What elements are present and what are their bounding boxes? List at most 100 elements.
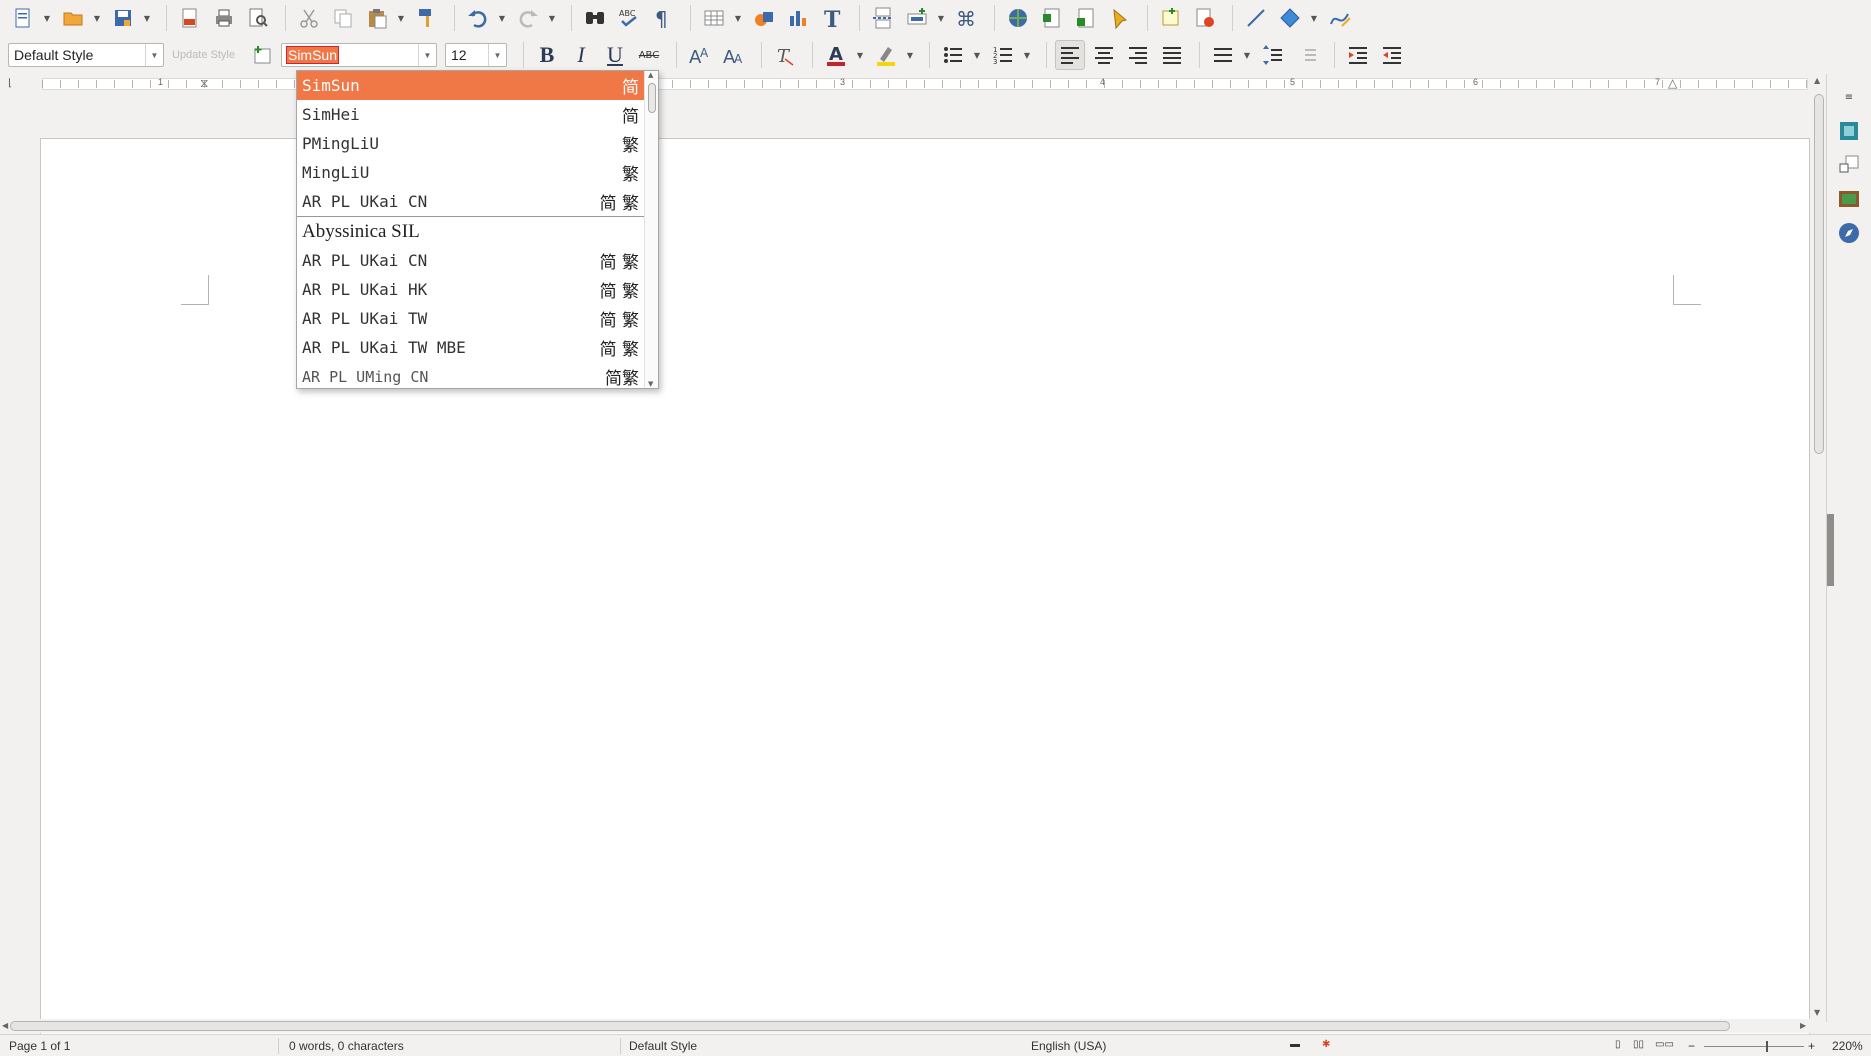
field-icon[interactable] — [902, 3, 932, 33]
font-item[interactable]: AR PL UKai CN 简 繁 — [297, 246, 645, 275]
cut-icon[interactable] — [294, 3, 324, 33]
page-style[interactable]: Default Style — [629, 1039, 697, 1053]
page-break-icon[interactable] — [868, 3, 898, 33]
clear-formatting-icon[interactable]: T — [770, 40, 800, 70]
footnote-icon[interactable] — [1037, 3, 1067, 33]
print-preview-icon[interactable] — [243, 3, 273, 33]
special-character-icon[interactable]: ⌘ — [952, 3, 982, 33]
numbered-list-icon[interactable]: 123 — [988, 40, 1018, 70]
new-dropdown-arrow[interactable]: ▼ — [42, 3, 52, 33]
redo-dropdown-arrow[interactable]: ▼ — [547, 3, 557, 33]
justify-icon[interactable] — [1157, 40, 1187, 70]
draw-curve-icon[interactable] — [1325, 3, 1355, 33]
scroll-down-icon[interactable]: ▼ — [1814, 1008, 1820, 1017]
zoom-out-icon[interactable]: − — [1688, 1039, 1695, 1053]
horizontal-scrollbar[interactable]: ◀ ▶ — [0, 1019, 1812, 1033]
scroll-left-icon[interactable]: ◀ — [2, 1021, 8, 1030]
highlight-dropdown-arrow[interactable]: ▼ — [905, 40, 915, 70]
navigator-icon[interactable] — [1834, 218, 1864, 248]
basic-shapes-icon[interactable] — [1275, 3, 1305, 33]
undo-icon[interactable] — [463, 3, 493, 33]
single-page-view-icon[interactable]: ▯ — [1615, 1039, 1621, 1050]
new-style-icon[interactable] — [247, 40, 277, 70]
clone-formatting-icon[interactable] — [412, 3, 442, 33]
decrease-indent-icon[interactable] — [1377, 40, 1407, 70]
table-dropdown-arrow[interactable]: ▼ — [733, 3, 743, 33]
chevron-down-icon[interactable]: ▼ — [417, 44, 436, 66]
font-name-combo[interactable]: SimSun ▼ — [280, 43, 437, 67]
copy-icon[interactable] — [328, 3, 358, 33]
font-item[interactable]: SimHei 简 — [297, 100, 645, 129]
word-count[interactable]: 0 words, 0 characters — [289, 1039, 404, 1053]
increase-indent-icon[interactable] — [1343, 40, 1373, 70]
properties-icon[interactable] — [1834, 116, 1864, 146]
strikethrough-button[interactable]: ABC — [634, 40, 664, 70]
chevron-down-icon[interactable]: ▼ — [487, 44, 506, 66]
scroll-up-icon[interactable]: ▲ — [1814, 76, 1820, 85]
scroll-up-icon[interactable]: ▲ — [648, 71, 653, 79]
font-name-dropdown[interactable]: SimSun 简 SimHei 简 PMingLiU 繁 MingLiU 繁 AR PL UKa… — [296, 70, 659, 389]
font-item[interactable]: SimSun 简 — [297, 71, 645, 100]
multi-page-view-icon[interactable]: ▯▯ — [1633, 1039, 1644, 1050]
font-item[interactable]: Abyssinica SIL — [297, 217, 645, 246]
align-center-icon[interactable] — [1089, 40, 1119, 70]
line-spacing-dropdown-arrow[interactable]: ▼ — [1242, 40, 1252, 70]
hyperlink-icon[interactable] — [1003, 3, 1033, 33]
font-item[interactable]: AR PL UKai TW MBE 简 繁 — [297, 333, 645, 362]
increase-paragraph-spacing-icon[interactable] — [1258, 40, 1288, 70]
font-color-dropdown-arrow[interactable]: ▼ — [855, 40, 865, 70]
bold-button[interactable]: B — [532, 40, 562, 70]
line-spacing-icon[interactable] — [1208, 40, 1238, 70]
paste-icon[interactable] — [362, 3, 392, 33]
vertical-scroll-thumb[interactable] — [1814, 94, 1824, 454]
right-indent-marker[interactable]: △ — [1668, 76, 1677, 90]
paste-dropdown-arrow[interactable]: ▼ — [396, 3, 406, 33]
sidebar-menu-icon[interactable]: ≡ — [1834, 82, 1864, 112]
book-view-icon[interactable]: ▭▭ — [1655, 1039, 1674, 1050]
document-modified-icon[interactable]: ✱ — [1322, 1039, 1330, 1050]
language-status[interactable]: English (USA) — [1031, 1039, 1106, 1053]
gallery-icon[interactable] — [1834, 184, 1864, 214]
formatting-marks-icon[interactable]: ¶ — [648, 3, 678, 33]
bullet-list-dropdown-arrow[interactable]: ▼ — [972, 40, 982, 70]
comment-icon[interactable] — [1156, 3, 1186, 33]
bookmark-icon[interactable] — [1105, 3, 1135, 33]
image-icon[interactable] — [749, 3, 779, 33]
undo-dropdown-arrow[interactable]: ▼ — [497, 3, 507, 33]
font-name-input[interactable]: SimSun — [285, 46, 340, 64]
align-right-icon[interactable] — [1123, 40, 1153, 70]
font-color-icon[interactable]: A — [821, 40, 851, 70]
chart-icon[interactable] — [783, 3, 813, 33]
left-indent-marker[interactable]: ⧖ — [200, 76, 208, 91]
save-icon[interactable] — [108, 3, 138, 33]
zoom-in-icon[interactable]: + — [1808, 1039, 1815, 1053]
new-document-icon[interactable] — [8, 3, 38, 33]
shapes-dropdown-arrow[interactable]: ▼ — [1309, 3, 1319, 33]
font-size-value[interactable]: 12 — [451, 47, 467, 63]
font-item[interactable]: MingLiU 繁 — [297, 158, 645, 187]
font-item[interactable]: AR PL UKai CN 简 繁 — [297, 187, 645, 216]
print-icon[interactable] — [209, 3, 239, 33]
horizontal-scroll-thumb[interactable] — [10, 1021, 1730, 1031]
open-dropdown-arrow[interactable]: ▼ — [92, 3, 102, 33]
open-folder-icon[interactable] — [58, 3, 88, 33]
decrease-paragraph-spacing-icon[interactable] — [1292, 40, 1322, 70]
export-pdf-icon[interactable] — [175, 3, 205, 33]
selection-mode-icon[interactable]: ▬ — [1290, 1039, 1300, 1050]
find-replace-icon[interactable] — [580, 3, 610, 33]
table-icon[interactable] — [699, 3, 729, 33]
endnote-icon[interactable] — [1071, 3, 1101, 33]
shrink-font-icon[interactable]: AA — [719, 40, 749, 70]
highlight-color-icon[interactable] — [871, 40, 901, 70]
track-changes-icon[interactable] — [1190, 3, 1220, 33]
bullet-list-icon[interactable] — [938, 40, 968, 70]
sidebar-collapse-handle[interactable] — [1827, 514, 1834, 586]
text-box-icon[interactable]: T — [817, 3, 847, 33]
paragraph-style-combo[interactable]: Default Style ▼ — [8, 43, 164, 67]
spelling-icon[interactable]: ABC — [614, 3, 644, 33]
dropdown-scroll-thumb[interactable] — [648, 83, 656, 113]
scroll-right-icon[interactable]: ▶ — [1800, 1021, 1806, 1030]
font-size-combo[interactable]: 12 ▼ — [444, 43, 507, 67]
numbered-list-dropdown-arrow[interactable]: ▼ — [1022, 40, 1032, 70]
field-dropdown-arrow[interactable]: ▼ — [936, 3, 946, 33]
